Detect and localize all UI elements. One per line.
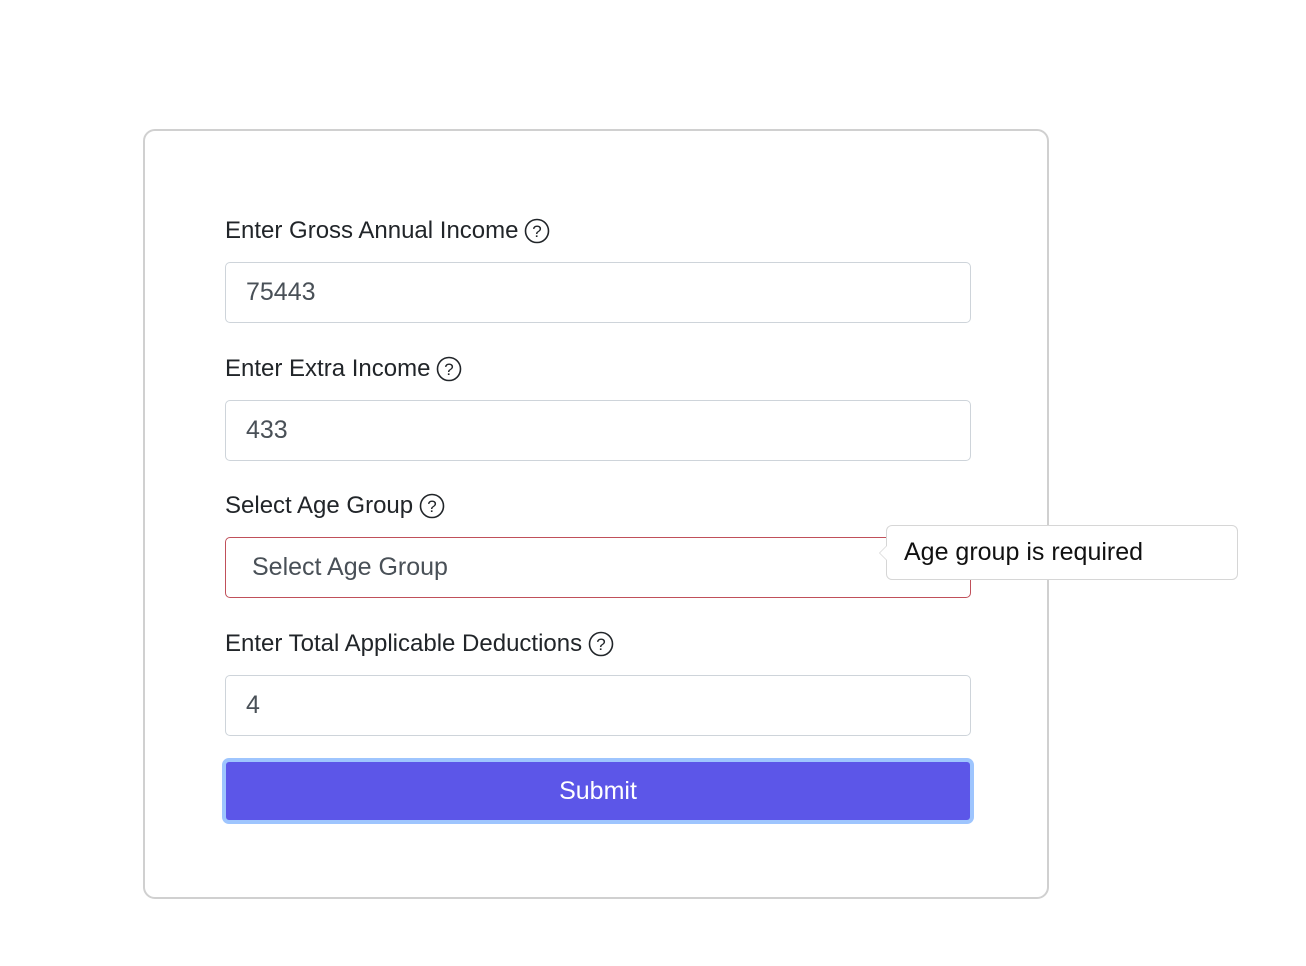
validation-tooltip: Age group is required bbox=[879, 525, 1238, 580]
age-group-label-text: Select Age Group bbox=[225, 492, 414, 519]
submit-button-label: Submit bbox=[559, 776, 637, 805]
deductions-label-text: Enter Total Applicable Deductions bbox=[225, 630, 583, 657]
gross-income-label-text: Enter Gross Annual Income bbox=[225, 217, 519, 244]
question-circle-icon[interactable]: ? bbox=[524, 218, 550, 244]
gross-income-input[interactable]: 75443 bbox=[225, 262, 971, 323]
question-circle-icon[interactable]: ? bbox=[436, 356, 462, 382]
extra-income-value: 433 bbox=[246, 416, 288, 444]
age-group-label: Select Age Group ? bbox=[225, 490, 445, 522]
svg-text:?: ? bbox=[596, 635, 605, 654]
submit-button[interactable]: Submit bbox=[222, 758, 974, 824]
svg-text:?: ? bbox=[427, 497, 436, 516]
tooltip-arrow bbox=[879, 545, 887, 561]
gross-income-label: Enter Gross Annual Income ? bbox=[225, 215, 550, 247]
extra-income-label-text: Enter Extra Income bbox=[225, 355, 431, 382]
question-circle-icon[interactable]: ? bbox=[588, 631, 614, 657]
question-circle-icon[interactable]: ? bbox=[419, 493, 445, 519]
extra-income-label: Enter Extra Income ? bbox=[225, 353, 462, 385]
tooltip-text: Age group is required bbox=[904, 538, 1144, 566]
svg-text:?: ? bbox=[533, 222, 542, 241]
svg-text:?: ? bbox=[445, 360, 454, 379]
extra-income-input[interactable]: 433 bbox=[225, 400, 971, 461]
deductions-value: 4 bbox=[246, 691, 260, 719]
deductions-label: Enter Total Applicable Deductions ? bbox=[225, 628, 614, 660]
age-group-selected: Select Age Group bbox=[252, 553, 448, 581]
gross-income-value: 75443 bbox=[246, 278, 316, 306]
age-group-select[interactable]: Select Age Group bbox=[225, 537, 971, 598]
deductions-input[interactable]: 4 bbox=[225, 675, 971, 736]
